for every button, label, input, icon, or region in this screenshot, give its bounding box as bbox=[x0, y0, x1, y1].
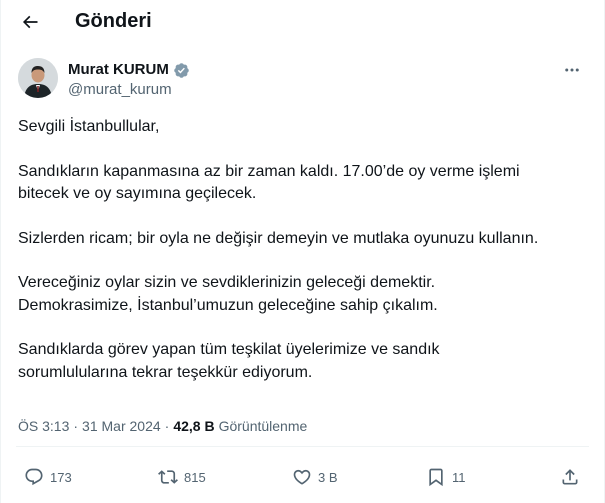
bookmark-icon bbox=[429, 468, 443, 487]
views-count: 42,8 B bbox=[173, 418, 215, 434]
heart-icon bbox=[293, 469, 311, 485]
post-paragraph: Sevgili İstanbullular, bbox=[18, 116, 587, 139]
meta-separator: · bbox=[164, 418, 170, 434]
views-label: Görüntülenme bbox=[218, 418, 308, 434]
author-display-name[interactable]: Murat KURUM bbox=[68, 60, 169, 80]
post-paragraph: Sandıklarda görev yapan tüm teşkilat üye… bbox=[18, 339, 587, 384]
post-paragraph: Vereceğiniz oylar sizin ve sevdikleriniz… bbox=[18, 272, 587, 317]
back-button[interactable] bbox=[16, 8, 44, 36]
post-line: sorumlulularına tekrar teşekkür ediyorum… bbox=[18, 363, 313, 381]
action-bar: 173 815 3 B 11 bbox=[24, 464, 587, 490]
post-line: Sandıkların kapanmasına az bir zaman kal… bbox=[18, 162, 520, 180]
author-handle[interactable]: @murat_kurum bbox=[68, 80, 172, 100]
repost-icon bbox=[158, 470, 178, 484]
post-line: Sandıklarda görev yapan tüm teşkilat üye… bbox=[18, 341, 440, 358]
more-options-button[interactable] bbox=[561, 60, 583, 80]
page-title: Gönderi bbox=[75, 10, 152, 32]
author-name-row: Murat KURUM bbox=[68, 60, 190, 80]
repost-count: 815 bbox=[184, 469, 206, 485]
post-time[interactable]: ÖS 3:13 bbox=[18, 416, 69, 436]
like-button[interactable]: 3 B bbox=[292, 464, 338, 490]
more-horizontal-icon bbox=[565, 68, 579, 72]
post-paragraph: Sandıkların kapanmasına az bir zaman kal… bbox=[18, 161, 587, 206]
post-line: Demokrasimize, İstanbul’umuzun geleceğin… bbox=[18, 296, 438, 314]
verified-badge-icon bbox=[173, 62, 190, 79]
avatar[interactable] bbox=[18, 58, 58, 98]
bookmark-button[interactable]: 11 bbox=[426, 464, 466, 490]
repost-button[interactable]: 815 bbox=[158, 464, 206, 490]
like-count: 3 B bbox=[318, 469, 338, 485]
post-date[interactable]: 31 Mar 2024 bbox=[82, 416, 161, 436]
meta-separator: · bbox=[73, 418, 79, 434]
share-icon bbox=[562, 469, 578, 485]
post-line: Sevgili İstanbullular, bbox=[18, 118, 160, 135]
bookmark-count: 11 bbox=[452, 469, 466, 485]
post-paragraph: Sizlerden ricam; bir oyla ne değişir dem… bbox=[18, 228, 587, 251]
post-line: Vereceğiniz oylar sizin ve sevdikleriniz… bbox=[18, 274, 436, 291]
share-button[interactable] bbox=[560, 464, 580, 490]
avatar-image bbox=[18, 58, 58, 98]
reply-icon bbox=[25, 468, 43, 486]
reply-count: 173 bbox=[50, 469, 72, 485]
left-border bbox=[0, 0, 1, 503]
post-text: Sevgili İstanbullular, Sandıkların kapan… bbox=[18, 116, 587, 406]
arrow-left-icon bbox=[22, 15, 38, 29]
post-meta: ÖS 3:13 · 31 Mar 2024 · 42,8 B Görüntüle… bbox=[18, 416, 307, 436]
post-line: bitecek ve oy sayımına geçilecek. bbox=[18, 185, 257, 202]
header: Gönderi bbox=[0, 0, 605, 44]
divider bbox=[16, 446, 589, 447]
reply-button[interactable]: 173 bbox=[24, 464, 72, 490]
post-line: Sizlerden ricam; bir oyla ne değişir dem… bbox=[18, 229, 539, 247]
